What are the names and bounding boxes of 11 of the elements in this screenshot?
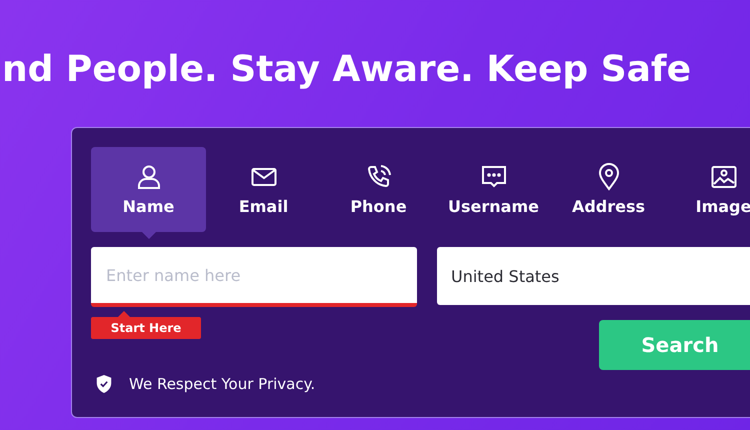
search-type-tab[interactable]: Phone xyxy=(321,147,436,232)
privacy-note: We Respect Your Privacy. xyxy=(129,375,316,393)
start-here-label: Start Here xyxy=(91,311,201,339)
search-type-tab[interactable]: Address xyxy=(551,147,666,232)
search-type-tab[interactable]: Username xyxy=(436,147,551,232)
country-field[interactable]: United States xyxy=(437,247,750,305)
headline: nd People. Stay Aware. Keep Safe xyxy=(2,48,692,92)
image-icon xyxy=(710,163,738,191)
name-input-field[interactable]: Enter name here xyxy=(91,247,417,307)
search-type-tab[interactable]: Email xyxy=(206,147,321,232)
shield-check-icon xyxy=(95,374,113,394)
